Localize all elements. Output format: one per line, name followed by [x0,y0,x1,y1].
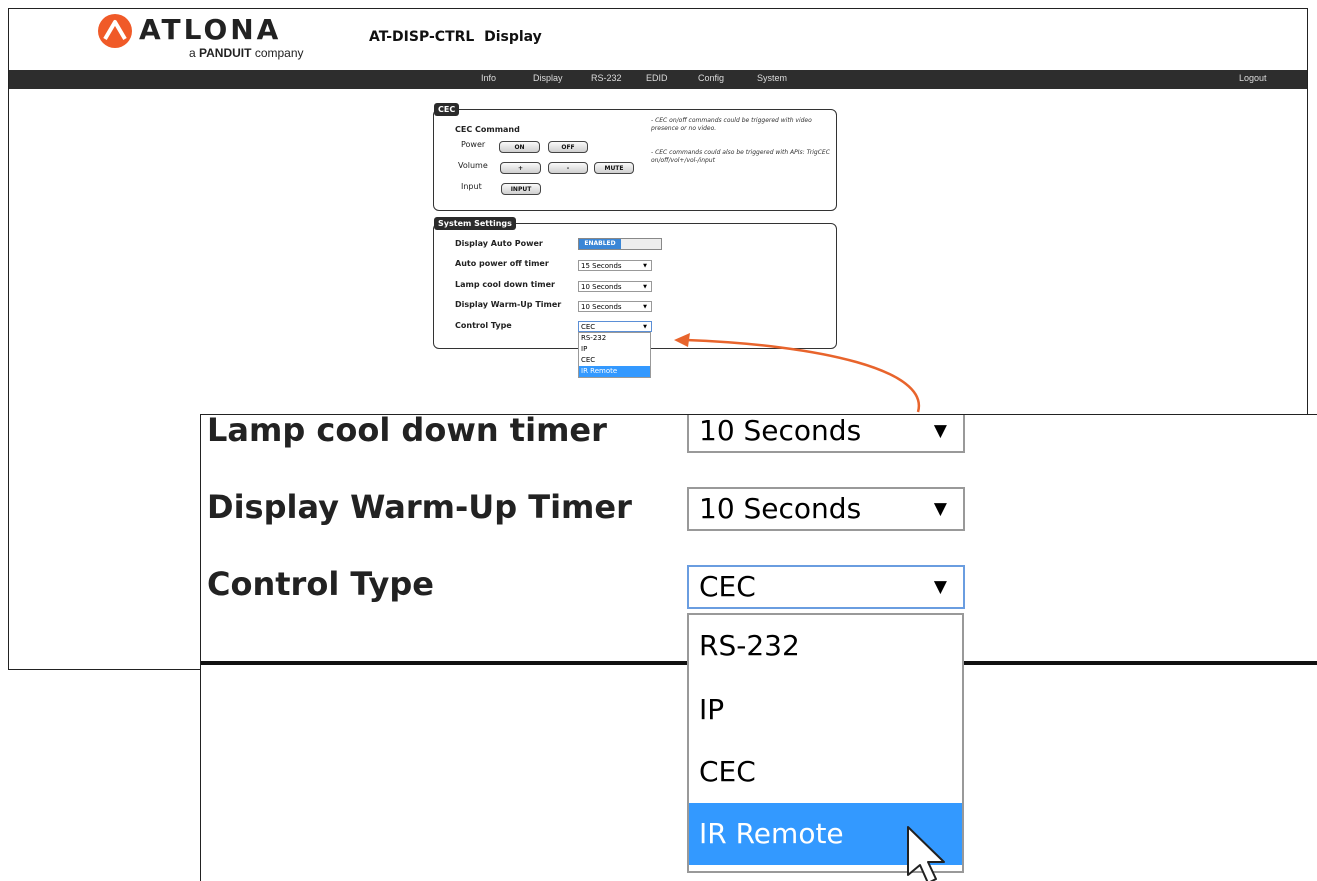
power-on-button[interactable]: ON [499,141,540,153]
auto-off-label: Auto power off timer [455,259,549,268]
logo-text: ATLONA [139,13,282,46]
nav-display[interactable]: Display [533,73,563,83]
mute-button[interactable]: MUTE [594,162,634,174]
zoom-warmup-select[interactable]: 10 Seconds ▼ [687,487,965,531]
zoomed-inset: Lamp cool down timer 10 Seconds ▼ Display… [200,414,1317,881]
nav-system[interactable]: System [757,73,787,83]
lamp-cool-label: Lamp cool down timer [455,280,555,289]
caret-down-icon: ▼ [933,421,947,441]
nav-edid[interactable]: EDID [646,73,668,83]
nav-rs232[interactable]: RS-232 [591,73,622,83]
zoom-lamp-cool-label: Lamp cool down timer [207,414,607,449]
volume-up-button[interactable]: + [500,162,541,174]
auto-power-toggle[interactable]: ENABLED [578,238,662,250]
option-cec[interactable]: CEC [579,355,650,366]
cec-legend: CEC [434,103,460,116]
toggle-enabled-label: ENABLED [579,239,621,249]
power-off-button[interactable]: OFF [548,141,588,153]
device-name: AT-DISP-CTRL [369,29,475,45]
option-rs232[interactable]: RS-232 [579,333,650,344]
control-type-select[interactable]: CEC ▼ [578,321,652,332]
control-type-dropdown: RS-232 IP CEC IR Remote [578,332,651,378]
zoom-control-type-select[interactable]: CEC ▼ [687,565,965,609]
lamp-cool-select[interactable]: 10 Seconds ▼ [578,281,652,292]
caret-down-icon: ▼ [643,324,647,330]
option-ir-remote[interactable]: IR Remote [579,366,650,377]
atlona-logo-icon [98,14,132,48]
system-settings-legend: System Settings [434,217,516,230]
warmup-label: Display Warm-Up Timer [455,300,562,309]
cec-command-heading: CEC Command [455,125,520,134]
input-button[interactable]: INPUT [501,183,541,195]
logout-link[interactable]: Logout [1239,73,1267,83]
control-type-label: Control Type [455,321,512,330]
zoom-control-type-label: Control Type [207,565,434,603]
zoom-lamp-cool-select[interactable]: 10 Seconds ▼ [687,415,965,453]
nav-config[interactable]: Config [698,73,724,83]
caret-down-icon: ▼ [643,263,647,269]
auto-off-select[interactable]: 15 Seconds ▼ [578,260,652,271]
cec-note-1: - CEC on/off commands could be triggered… [651,117,812,132]
page-title: AT-DISP-CTRL Display [369,29,542,45]
option-ip[interactable]: IP [579,344,650,355]
volume-down-button[interactable]: - [548,162,588,174]
zoom-option-ip[interactable]: IP [689,679,962,741]
top-navbar: Info Display RS-232 EDID Config System L… [9,70,1307,89]
power-label: Power [461,140,486,149]
zoom-warmup-label: Display Warm-Up Timer [207,488,632,526]
cec-note-2: - CEC commands could also be triggered w… [651,149,830,164]
logo-tagline: a PANDUIT company [189,46,304,60]
zoom-option-rs232[interactable]: RS-232 [689,615,962,679]
auto-power-label: Display Auto Power [455,239,543,248]
caret-down-icon: ▼ [643,304,647,310]
page-name: Display [484,29,542,45]
caret-down-icon: ▼ [643,284,647,290]
caret-down-icon: ▼ [933,577,947,597]
mouse-pointer-icon [907,826,945,881]
warmup-select[interactable]: 10 Seconds ▼ [578,301,652,312]
atlona-logo: ATLONA a PANDUIT company [97,13,337,63]
zoom-option-cec[interactable]: CEC [689,741,962,803]
nav-info[interactable]: Info [481,73,496,83]
caret-down-icon: ▼ [933,499,947,519]
input-label: Input [461,182,482,191]
volume-label: Volume [458,161,488,170]
